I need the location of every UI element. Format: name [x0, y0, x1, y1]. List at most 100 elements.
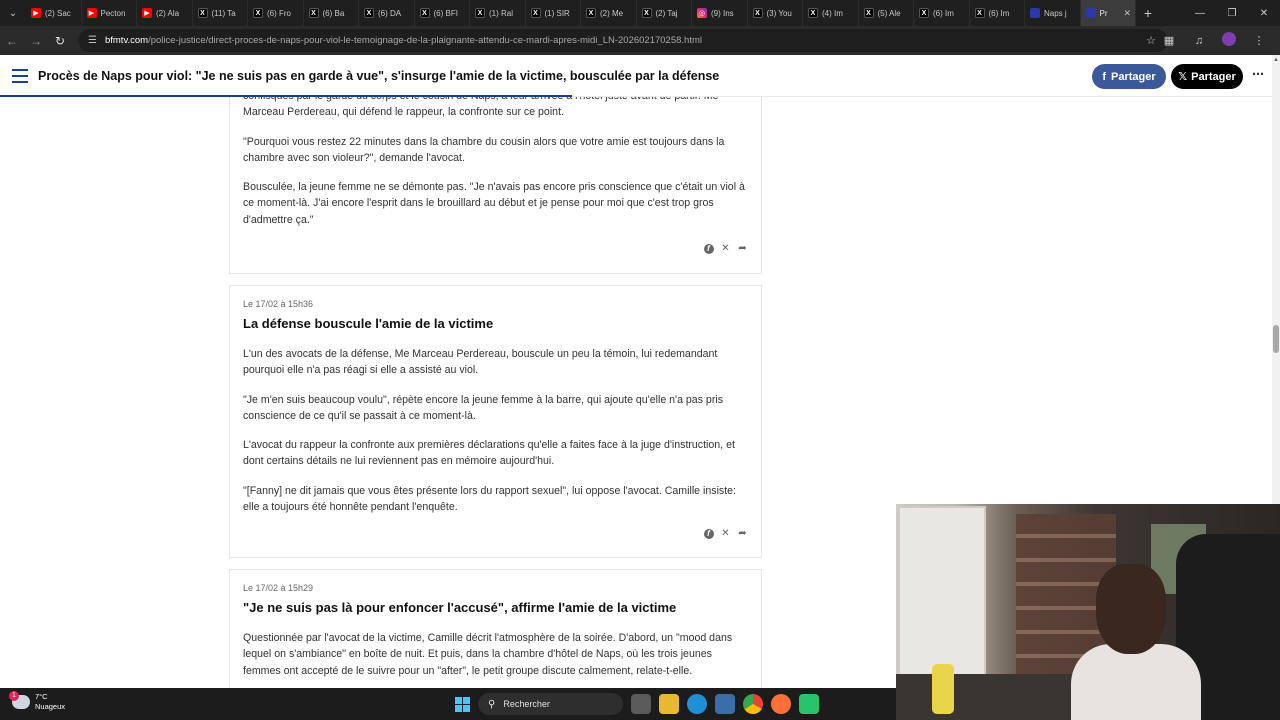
bfm-icon: [1030, 8, 1040, 18]
facebook-share-icon[interactable]: f: [703, 243, 714, 254]
back-button[interactable]: ←: [0, 29, 24, 53]
browser-tab[interactable]: X (6) Im: [914, 0, 970, 26]
post-title[interactable]: "Je ne suis pas là pour enfoncer l'accus…: [243, 600, 748, 615]
x-icon: X: [641, 8, 652, 18]
profile-avatar[interactable]: [1214, 32, 1244, 49]
taskbar-search[interactable]: ⚲ Rechercher: [478, 693, 623, 715]
post-paragraph: L'un des avocats de la défense, Me Marce…: [243, 348, 718, 377]
new-tab-button[interactable]: +: [1136, 5, 1160, 21]
close-window-button[interactable]: ✕: [1248, 0, 1280, 26]
edge-icon[interactable]: [687, 694, 707, 714]
post-paragraph: "[Fanny] ne dit jamais que vous êtes pré…: [243, 484, 736, 514]
task-view-icon[interactable]: [631, 694, 651, 714]
tab-label: (2) Ala: [156, 8, 180, 18]
browser-tab[interactable]: ◎ (9) Ins: [692, 0, 748, 26]
post-paragraph: L'avocat du rappeur la confronte aux pre…: [243, 439, 735, 468]
site-info-icon[interactable]: ☰: [88, 35, 97, 46]
weather-condition: Nuageux: [35, 702, 66, 711]
webcam-overlay: [896, 504, 1280, 720]
taskbar: 1 7°C Nuageux ⚲ Rechercher: [0, 688, 896, 720]
tab-label: (3) You: [766, 8, 792, 18]
tab-label: (6) DA: [378, 8, 402, 18]
post-timestamp: Le 17/02 à 15h29: [243, 583, 314, 593]
browser-menu-icon[interactable]: ⋮: [1244, 34, 1274, 47]
browser-tab[interactable]: Pr ✕: [1080, 0, 1136, 26]
live-post: confisqués par le garde du corps et le c…: [229, 97, 762, 274]
start-button[interactable]: [455, 696, 470, 712]
app-icon[interactable]: [799, 694, 819, 714]
browser-tab[interactable]: X (4) Im: [803, 0, 859, 26]
tab-label: (5) Ale: [877, 8, 901, 18]
bfm-icon: [1085, 8, 1096, 18]
cloud-icon: 1: [9, 691, 30, 709]
media-icon[interactable]: ♫: [1184, 35, 1214, 47]
browser-tab[interactable]: X (11) Ta: [193, 0, 248, 26]
x-icon: X: [974, 8, 985, 18]
x-share-icon[interactable]: ✕: [720, 528, 731, 539]
webcam-person-head: [1096, 564, 1166, 654]
post-share-actions: f ✕ ➦: [703, 243, 748, 254]
firefox-icon[interactable]: [771, 694, 791, 714]
browser-tab[interactable]: Naps j: [1025, 0, 1081, 26]
window-controls: — ❐ ✕: [1184, 0, 1280, 26]
browser-tab[interactable]: X (6) Fro: [248, 0, 304, 26]
minimize-button[interactable]: —: [1184, 0, 1216, 26]
tab-label: (6) BFI: [433, 8, 458, 18]
tab-label: (6) Im: [933, 8, 954, 18]
browser-tab[interactable]: X (6) BFI: [415, 0, 470, 26]
youtube-icon: ▶: [86, 8, 97, 18]
share-arrow-icon[interactable]: ➦: [737, 243, 748, 254]
share-facebook-button[interactable]: f Partager: [1092, 64, 1166, 89]
address-bar[interactable]: ☰ bfmtv.com/police-justice/direct-proces…: [78, 29, 1168, 52]
chrome-icon[interactable]: [743, 694, 763, 714]
x-icon: 𝕏: [1178, 71, 1188, 83]
x-icon: X: [308, 8, 319, 18]
tab-search-button[interactable]: ⌄: [0, 0, 26, 26]
close-tab-icon[interactable]: ✕: [1123, 8, 1131, 19]
browser-tab[interactable]: X (6) Ba: [304, 0, 359, 26]
browser-tab[interactable]: X (1) Ral: [470, 0, 526, 26]
browser-tab-strip: ⌄ ▶ (2) Sac ▶ Pecton ▶ (2) Ala X (11) Ta X (6) Fr…: [0, 0, 1280, 26]
x-share-icon[interactable]: ✕: [720, 243, 731, 254]
x-icon: X: [808, 8, 818, 18]
browser-tab[interactable]: X (1) SIR: [526, 0, 581, 26]
store-icon[interactable]: [715, 694, 735, 714]
post-timestamp: Le 17/02 à 15h36: [243, 299, 314, 309]
webcam-bottle: [932, 664, 954, 714]
webcam-desk: [896, 674, 1096, 720]
tab-label: (1) Ral: [489, 8, 514, 18]
share-arrow-icon[interactable]: ➦: [737, 528, 748, 539]
facebook-share-icon[interactable]: f: [703, 528, 714, 539]
browser-tab[interactable]: X (6) Im: [970, 0, 1025, 26]
scroll-thumb[interactable]: [1273, 325, 1279, 353]
browser-tab[interactable]: X (5) Ale: [859, 0, 914, 26]
tab-label: (2) Sac: [45, 8, 71, 18]
x-icon: X: [364, 8, 374, 18]
site-header: Procès de Naps pour viol: "Je ne suis pa…: [0, 55, 1272, 97]
scroll-up-arrow-icon[interactable]: ▲: [1272, 57, 1280, 63]
browser-tab[interactable]: ▶ (2) Ala: [137, 0, 193, 26]
file-explorer-icon[interactable]: [659, 694, 679, 714]
post-paragraph: "Pourquoi vous restez 22 minutes dans la…: [243, 135, 725, 164]
extensions-icon[interactable]: ▦: [1154, 34, 1184, 47]
x-icon: X: [586, 8, 596, 18]
x-icon: X: [197, 8, 208, 18]
hamburger-menu-icon[interactable]: [0, 55, 40, 97]
browser-tab[interactable]: ▶ (2) Sac: [26, 0, 82, 26]
browser-tab[interactable]: X (6) DA: [359, 0, 415, 26]
browser-tab[interactable]: X (3) You: [748, 0, 803, 26]
weather-widget[interactable]: 1 7°C Nuageux: [9, 691, 66, 712]
browser-tab[interactable]: X (2) Taj: [637, 0, 692, 26]
browser-tab[interactable]: X (2) Me: [581, 0, 637, 26]
tab-label: Pr: [1099, 8, 1108, 18]
post-title[interactable]: La défense bouscule l'amie de la victime: [243, 316, 748, 331]
reload-button[interactable]: ↻: [48, 29, 72, 53]
share-x-button[interactable]: 𝕏 Partager: [1171, 64, 1243, 89]
notification-badge: 1: [9, 691, 19, 701]
more-options-icon[interactable]: ⋯: [1252, 67, 1264, 81]
browser-tab[interactable]: ▶ Pecton: [82, 0, 137, 26]
forward-button[interactable]: →: [24, 29, 48, 53]
maximize-button[interactable]: ❐: [1216, 0, 1248, 26]
tab-label: (9) Ins: [711, 8, 734, 18]
instagram-icon: ◎: [697, 8, 707, 18]
